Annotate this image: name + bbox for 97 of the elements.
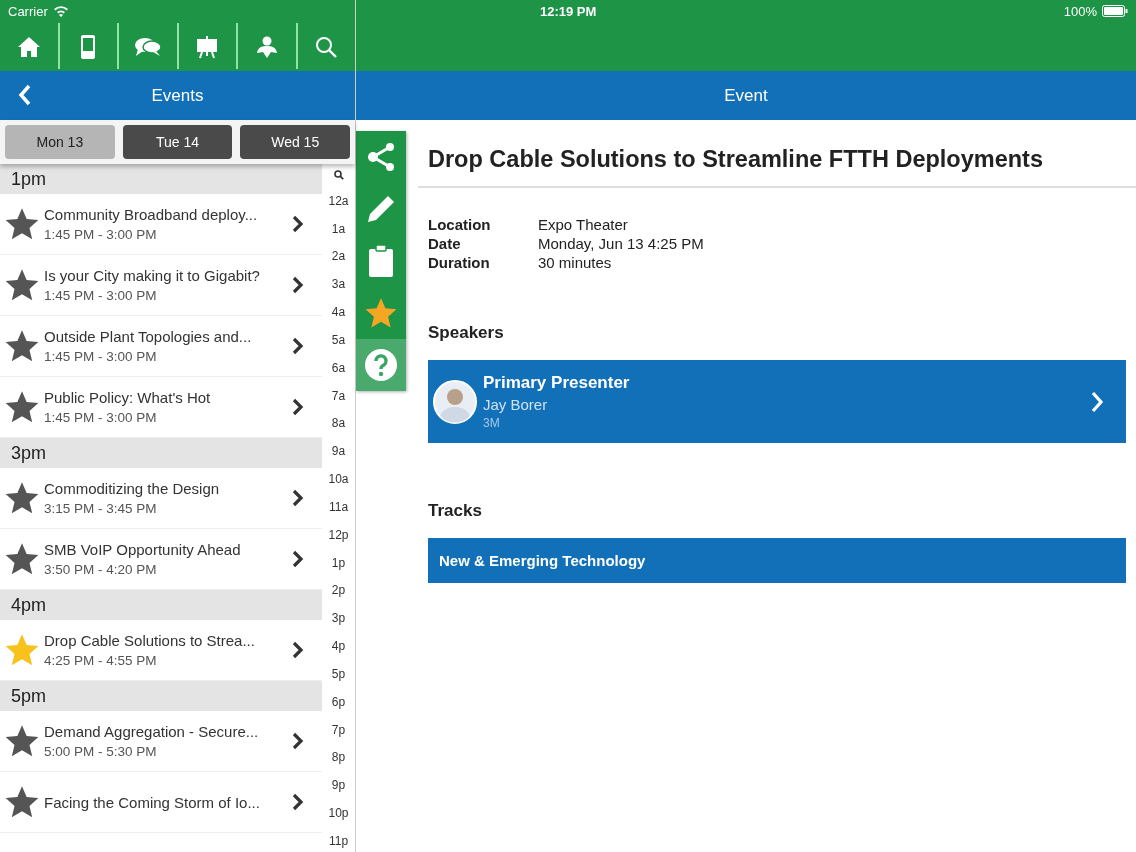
chevron-icon (292, 732, 304, 750)
battery-label: 100% (1063, 3, 1097, 19)
event-row[interactable]: Community Broadband deploy... 1:45 PM - 3:00 PM (0, 194, 322, 255)
event-time: 4:25 PM - 4:55 PM (44, 653, 158, 668)
index-label[interactable]: 5p (331, 666, 346, 681)
event-title: Facing the Coming Storm of Io... (44, 793, 261, 811)
detail-label: Location (428, 216, 492, 233)
event-row[interactable]: Facing the Coming Storm of Io... (0, 772, 322, 833)
event-title: Drop Cable Solutions to Streamline FTTH Deployments (428, 146, 1044, 174)
index-label[interactable]: 1a (331, 221, 346, 236)
event-time: 3:50 PM - 4:20 PM (44, 562, 158, 577)
event-title: Public Policy: What's Hot (44, 389, 212, 406)
detail-value: Expo Theater (538, 216, 629, 233)
person-icon[interactable] (254, 35, 279, 59)
section-header: 3pm (0, 438, 322, 468)
event-title: Is your City making it to Gigabit? (44, 267, 261, 284)
event-time: 1:45 PM - 3:00 PM (44, 288, 158, 303)
index-label[interactable]: 12p (328, 527, 349, 542)
section-header: 4pm (0, 590, 322, 620)
index-label[interactable]: 1p (331, 555, 346, 570)
event-title: Demand Aggregation - Secure... (44, 723, 260, 740)
chevron-icon (292, 276, 304, 294)
carrier-label: Carrier (8, 3, 48, 19)
speaker-company: 3M (483, 416, 501, 430)
avatar-icon (433, 379, 477, 424)
index-label[interactable]: 5a (331, 332, 346, 347)
chat-bubbles-icon[interactable] (133, 36, 162, 58)
day-tab[interactable]: Tue 14 (122, 125, 233, 159)
event-title: Drop Cable Solutions to Strea... (44, 632, 256, 649)
battery-icon (1102, 5, 1128, 17)
event-time: 1:45 PM - 3:00 PM (44, 410, 158, 425)
index-label[interactable]: 10a (328, 472, 349, 487)
index-label[interactable]: 7a (331, 388, 346, 403)
event-time: 3:15 PM - 3:45 PM (44, 501, 158, 516)
index-label[interactable]: 9a (331, 444, 346, 459)
day-tab[interactable]: Mon 13 (5, 125, 115, 159)
section-header: 1pm (0, 164, 322, 194)
chevron-icon (292, 489, 304, 507)
speaker-name: Jay Borer (483, 396, 549, 413)
home-icon[interactable] (16, 35, 41, 59)
star-icon[interactable] (363, 296, 399, 330)
section-header: 5pm (0, 681, 322, 711)
section-heading: Speakers (428, 323, 505, 343)
event-title: Community Broadband deploy... (44, 206, 259, 223)
index-label[interactable]: 7p (331, 722, 346, 737)
event-title: Commoditizing the Design (44, 480, 221, 497)
event-row[interactable]: Commoditizing the Design 3:15 PM - 3:45 PM (0, 468, 322, 529)
event-time: 5:00 PM - 5:30 PM (44, 744, 158, 759)
index-label[interactable]: 4a (331, 305, 346, 320)
index-label[interactable]: 12a (328, 193, 349, 208)
event-row[interactable]: Is your City making it to Gigabit? 1:45 PM - 3:00 PM (0, 255, 322, 316)
back-button[interactable] (18, 84, 32, 106)
track-item[interactable]: New & Emerging Technology (428, 538, 1126, 583)
clipboard-icon[interactable] (368, 244, 394, 278)
index-label[interactable]: 9p (331, 778, 346, 793)
index-label[interactable]: 2p (331, 583, 346, 598)
share-icon[interactable] (365, 141, 397, 173)
detail-label: Duration (428, 254, 491, 271)
chevron-icon (292, 641, 304, 659)
index-label[interactable]: 3p (331, 611, 346, 626)
speaker-role: Primary Presenter (483, 373, 631, 393)
event-time: 1:45 PM - 3:00 PM (44, 349, 158, 364)
header-title: Event (724, 85, 768, 106)
index-label[interactable]: 6a (331, 360, 346, 375)
index-label[interactable]: 4p (331, 639, 346, 654)
detail-value: 30 minutes (538, 254, 613, 271)
chevron-icon (292, 398, 304, 416)
chevron-icon (292, 793, 304, 811)
event-title: Outside Plant Topologies and... (44, 328, 253, 345)
header-title: Events (151, 85, 204, 106)
chevron-icon (292, 337, 304, 355)
chevron-icon (292, 215, 304, 233)
easel-icon[interactable] (195, 35, 220, 59)
index-label[interactable]: 8a (331, 416, 346, 431)
clock-label: 12:19 PM (540, 3, 597, 19)
day-tab[interactable]: Wed 15 (240, 125, 350, 159)
index-label[interactable]: 10p (328, 806, 349, 821)
pencil-icon[interactable] (366, 194, 396, 224)
event-row[interactable]: Demand Aggregation - Secure... 5:00 PM - 5:30 PM (0, 711, 322, 772)
help-button[interactable] (356, 339, 406, 391)
phone-icon[interactable] (80, 34, 97, 60)
chevron-icon (1090, 390, 1104, 413)
index-label[interactable]: 3a (331, 277, 346, 292)
index-label[interactable]: 6p (331, 694, 346, 709)
speaker-card[interactable]: Primary Presenter Jay Borer 3M (428, 360, 1126, 443)
event-title: SMB VoIP Opportunity Ahead (44, 541, 242, 558)
detail-label: Date (428, 235, 462, 252)
index-label[interactable]: 2a (331, 249, 346, 264)
detail-value: Monday, Jun 13 4:25 PM (538, 235, 705, 252)
chevron-icon (292, 550, 304, 568)
section-heading: Tracks (428, 501, 483, 521)
event-row[interactable]: Outside Plant Topologies and... 1:45 PM - 3:00 PM (0, 316, 322, 377)
search-icon[interactable] (333, 170, 344, 180)
event-time: 1:45 PM - 3:00 PM (44, 227, 158, 242)
index-label[interactable]: 11p (328, 833, 349, 848)
index-label[interactable]: 11a (328, 499, 349, 514)
index-label[interactable]: 8p (331, 750, 346, 765)
